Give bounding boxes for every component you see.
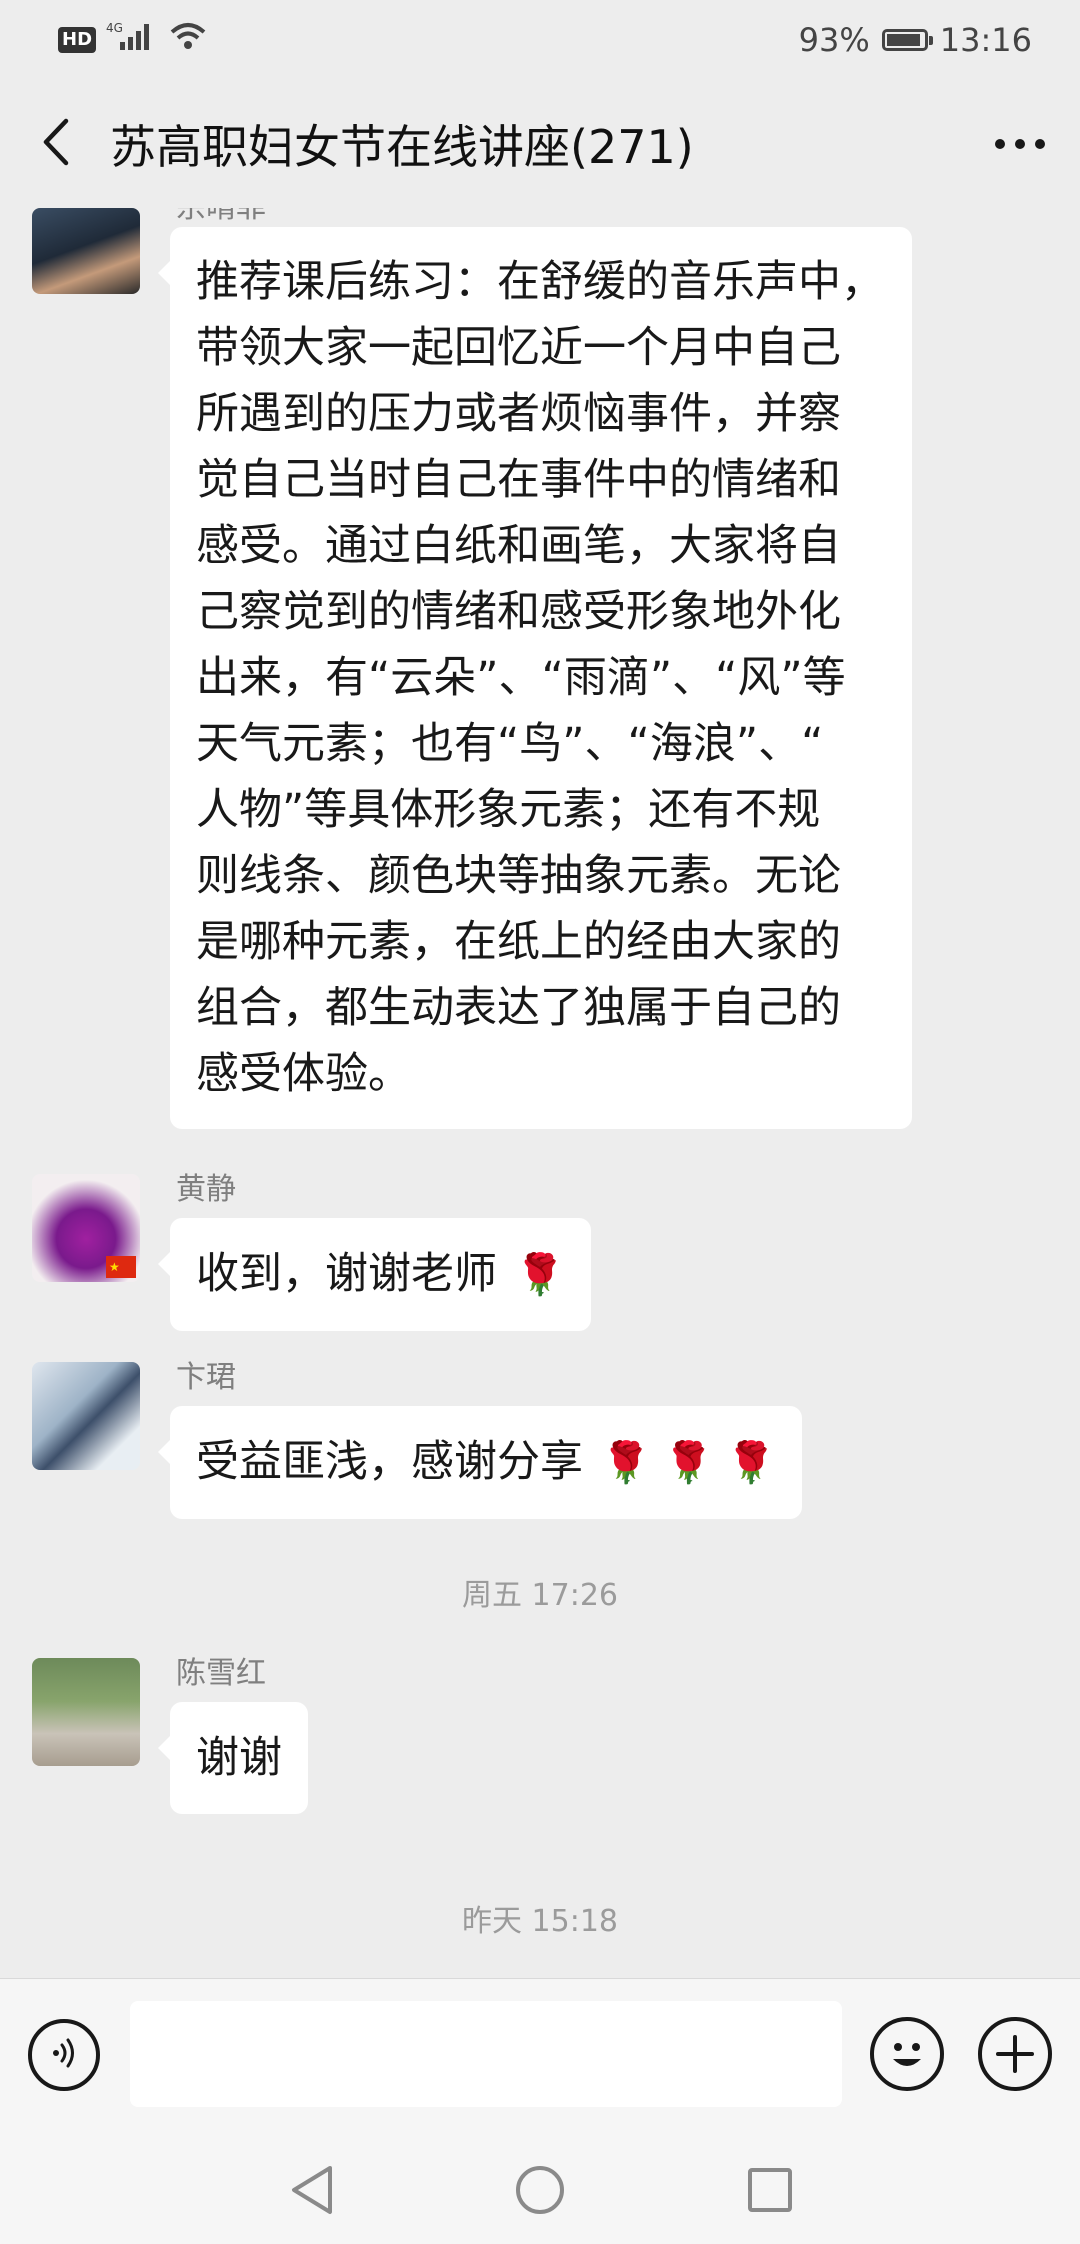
message-bubble[interactable]: 谢谢 [158, 1702, 308, 1814]
more-dots-icon [994, 135, 1046, 154]
timestamp: 昨天 15:18 [462, 1904, 618, 1939]
network-type-label: 4G [106, 21, 123, 35]
triangle-back-icon[interactable] [288, 2164, 336, 2220]
emoji-icon [874, 2043, 940, 2091]
message-line: 天气元素；也有“鸟”、“海浪”、“ [196, 719, 824, 769]
message-bubble[interactable]: 收到，谢谢老师 🌹 [158, 1218, 591, 1331]
rose-icon: 🌹 🌹 🌹 [601, 1440, 776, 1486]
message-line: 推荐课后练习：在舒缓的音乐声中， [196, 257, 884, 307]
message-line: 觉自己当时自己在事件中的情绪和 [196, 455, 841, 505]
message-text: 谢谢 [196, 1733, 282, 1783]
more-button[interactable] [960, 80, 1080, 208]
flag-badge-icon: ★ [106, 1256, 136, 1278]
message-line: 所遇到的压力或者烦恼事件，并察 [196, 389, 841, 439]
sender-name: 黄静 [176, 1172, 236, 1207]
system-nav-bar [0, 2134, 1080, 2244]
message-text: 收到，谢谢老师 [196, 1249, 497, 1299]
signal-icon: 4G [106, 20, 158, 60]
message-bubble[interactable]: 推荐课后练习：在舒缓的音乐声中， 带领大家一起回忆近一个月中自己 所遇到的压力或… [158, 227, 912, 1129]
message-line: 则线条、颜色块等抽象元素。无论 [196, 851, 841, 901]
message-line: 己察觉到的情绪和感受形象地外化 [196, 587, 841, 637]
avatar[interactable] [32, 1362, 140, 1470]
message-input[interactable] [130, 2001, 842, 2107]
sender-name: 宗晴菲 [176, 208, 266, 226]
avatar[interactable]: ★ [32, 1174, 140, 1282]
back-button[interactable] [0, 80, 110, 208]
message-line: 组合，都生动表达了独属于自己的 [196, 983, 841, 1033]
message-text: 受益匪浅，感谢分享 [196, 1437, 583, 1487]
status-right: 93% 13:16 [799, 21, 1032, 59]
message-line: 感受体验。 [196, 1049, 411, 1099]
emoji-button[interactable] [870, 2017, 944, 2091]
battery-fill [886, 34, 921, 46]
status-bar: HD 4G 93% 13:16 [0, 0, 1080, 80]
message-line: 出来，有“云朵”、“雨滴”、“风”等 [196, 653, 846, 703]
avatar[interactable] [32, 1658, 140, 1766]
plus-icon [982, 2035, 1048, 2091]
voice-button[interactable] [28, 2019, 100, 2091]
plus-button[interactable] [978, 2017, 1052, 2091]
hd-badge: HD [58, 27, 97, 53]
message-line: 感受。通过白纸和画笔，大家将自 [196, 521, 841, 571]
status-left: HD 4G [58, 20, 208, 60]
circle-home-icon[interactable] [514, 2164, 566, 2220]
input-bar [0, 1978, 1080, 2134]
sender-name: 陈雪红 [176, 1656, 266, 1691]
message-line: 是哪种元素，在纸上的经由大家的 [196, 917, 841, 967]
message-line: 带领大家一起回忆近一个月中自己 [196, 323, 841, 373]
message-bubble[interactable]: 受益匪浅，感谢分享 🌹 🌹 🌹 [158, 1406, 802, 1519]
voice-icon [46, 2035, 82, 2075]
avatar[interactable] [32, 208, 140, 294]
message-line: 人物”等具体形象元素；还有不规 [196, 785, 821, 835]
chat-area[interactable]: 宗晴菲 推荐课后练习：在舒缓的音乐声中， 带领大家一起回忆近一个月中自己 所遇到… [0, 208, 1080, 1978]
battery-icon [881, 29, 933, 51]
sender-name: 卞珺 [176, 1360, 236, 1395]
clock: 13:16 [939, 21, 1032, 59]
title-bar: 苏高职妇女节在线讲座(271) [0, 80, 1080, 208]
chat-title: 苏高职妇女节在线讲座(271) [110, 120, 694, 174]
wifi-icon [168, 20, 208, 60]
back-arrow-icon [38, 117, 72, 171]
rose-icon: 🌹 [515, 1252, 565, 1298]
square-recent-icon[interactable] [746, 2164, 794, 2220]
battery-percent: 93% [798, 21, 870, 59]
timestamp: 周五 17:26 [462, 1578, 618, 1613]
